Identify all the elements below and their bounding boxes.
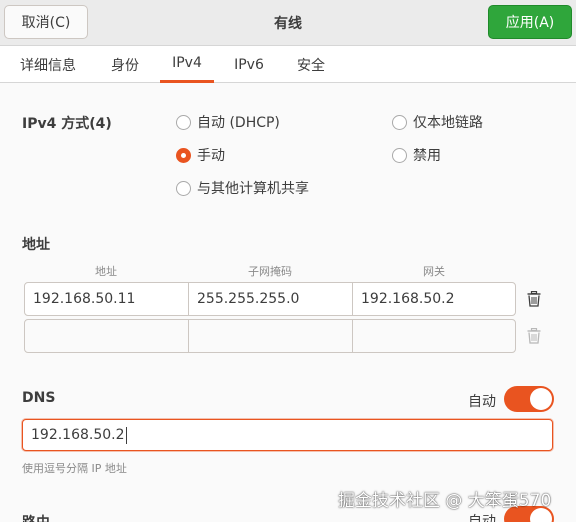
dns-auto-toggle[interactable] xyxy=(504,386,554,412)
dns-input[interactable]: 192.168.50.2 xyxy=(22,419,553,451)
dns-input-value: 192.168.50.2 xyxy=(31,427,125,443)
trash-icon xyxy=(527,328,541,344)
tab-identity[interactable]: 身份 xyxy=(96,46,154,83)
radio-button[interactable] xyxy=(176,147,191,163)
trash-icon xyxy=(527,291,541,307)
netmask-input[interactable] xyxy=(188,319,353,353)
netmask-input[interactable]: 255.255.255.0 xyxy=(188,282,353,316)
radio-button[interactable] xyxy=(176,180,191,196)
column-header-gateway: 网关 xyxy=(423,265,445,278)
column-header-address: 地址 xyxy=(95,265,117,278)
delete-row-button[interactable] xyxy=(520,322,548,350)
radio-button[interactable] xyxy=(392,114,407,130)
header-bar: 取消(C) 有线 应用(A) xyxy=(0,0,576,46)
dns-auto-label: 自动 xyxy=(468,394,496,410)
radio-disabled[interactable]: 禁用 xyxy=(392,145,441,165)
dns-label: DNS xyxy=(22,390,56,406)
radio-link-local[interactable]: 仅本地链路 xyxy=(392,112,483,132)
gateway-input[interactable]: 192.168.50.2 xyxy=(352,282,516,316)
radio-button[interactable] xyxy=(176,114,191,130)
ipv4-method-label: IPv4 方式(4) xyxy=(22,116,112,132)
address-input[interactable] xyxy=(24,319,189,353)
cancel-button[interactable]: 取消(C) xyxy=(4,5,88,39)
addresses-label: 地址 xyxy=(22,237,50,253)
tab-ipv4[interactable]: IPv4 xyxy=(160,46,214,83)
dns-hint: 使用逗号分隔 IP 地址 xyxy=(22,462,127,475)
radio-label: 与其他计算机共享 xyxy=(197,181,309,197)
radio-label: 禁用 xyxy=(413,148,441,164)
routes-label: 路由 xyxy=(22,512,50,522)
tab-bar: 详细信息 身份 IPv4 IPv6 安全 xyxy=(0,46,576,83)
gateway-input[interactable] xyxy=(352,319,516,353)
tab-ipv6[interactable]: IPv6 xyxy=(222,46,276,83)
radio-button[interactable] xyxy=(392,147,407,163)
text-caret xyxy=(125,426,127,444)
watermark-text: 掘金技术社区 @ 大笨蛋570 xyxy=(338,491,552,511)
radio-manual[interactable]: 手动 xyxy=(176,145,225,165)
address-input[interactable]: 192.168.50.11 xyxy=(24,282,189,316)
routes-auto-label: 自动 xyxy=(468,514,496,522)
radio-label: 自动 (DHCP) xyxy=(197,115,280,131)
radio-auto-dhcp[interactable]: 自动 (DHCP) xyxy=(176,112,280,132)
tab-details[interactable]: 详细信息 xyxy=(6,46,90,83)
radio-shared[interactable]: 与其他计算机共享 xyxy=(176,178,309,198)
tab-security[interactable]: 安全 xyxy=(284,46,338,83)
delete-row-button[interactable] xyxy=(520,285,548,313)
apply-button[interactable]: 应用(A) xyxy=(488,5,572,39)
radio-label: 手动 xyxy=(197,148,225,164)
column-header-netmask: 子网掩码 xyxy=(248,265,292,278)
radio-label: 仅本地链路 xyxy=(413,115,483,131)
